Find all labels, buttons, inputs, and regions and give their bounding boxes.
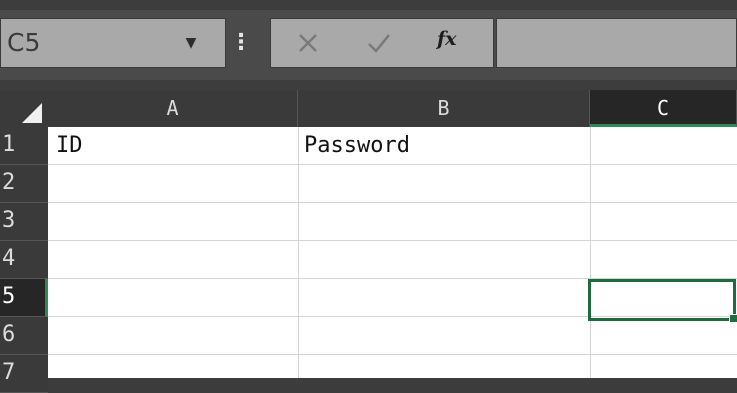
row-header-7[interactable]: 7 <box>0 355 48 393</box>
fill-handle[interactable] <box>729 314 737 323</box>
row-header-5[interactable]: 5 <box>0 279 48 317</box>
name-box-value: C5 <box>7 28 41 57</box>
row-divider <box>48 164 737 165</box>
row-divider <box>48 202 737 203</box>
formula-buttons: fx <box>270 18 494 68</box>
chevron-down-icon[interactable]: ▼ <box>179 31 203 55</box>
row-divider <box>48 354 737 355</box>
formula-bar: C5 ▼ ⋮ fx <box>0 0 737 80</box>
cell-a1[interactable]: ID <box>56 128 83 164</box>
name-box[interactable]: C5 ▼ <box>0 18 226 68</box>
checkmark-icon[interactable] <box>365 29 393 57</box>
row-header-3[interactable]: 3 <box>0 203 48 241</box>
header-separator <box>0 80 737 90</box>
cancel-icon[interactable] <box>295 30 321 56</box>
cell-area[interactable]: ID Password <box>48 127 737 378</box>
select-all-icon <box>22 103 42 123</box>
column-header-b[interactable]: B <box>298 90 590 127</box>
row-header-4[interactable]: 4 <box>0 241 48 279</box>
ribbon-edge <box>0 0 737 10</box>
row-header-6[interactable]: 6 <box>0 317 48 355</box>
column-header-c[interactable]: C <box>590 90 737 127</box>
formula-input[interactable] <box>496 18 737 68</box>
insert-function-icon[interactable]: fx <box>437 28 457 50</box>
select-all-corner[interactable] <box>0 90 48 127</box>
row-divider <box>48 240 737 241</box>
column-header-a[interactable]: A <box>48 90 298 127</box>
spreadsheet-grid: A B C 1 2 3 4 5 6 7 ID Password <box>0 80 737 393</box>
cell-c5-selection[interactable] <box>588 279 737 323</box>
more-options-icon[interactable]: ⋮ <box>230 28 252 58</box>
row-header-1[interactable]: 1 <box>0 127 48 165</box>
cell-b1[interactable]: Password <box>304 128 410 164</box>
row-header-2[interactable]: 2 <box>0 165 48 203</box>
